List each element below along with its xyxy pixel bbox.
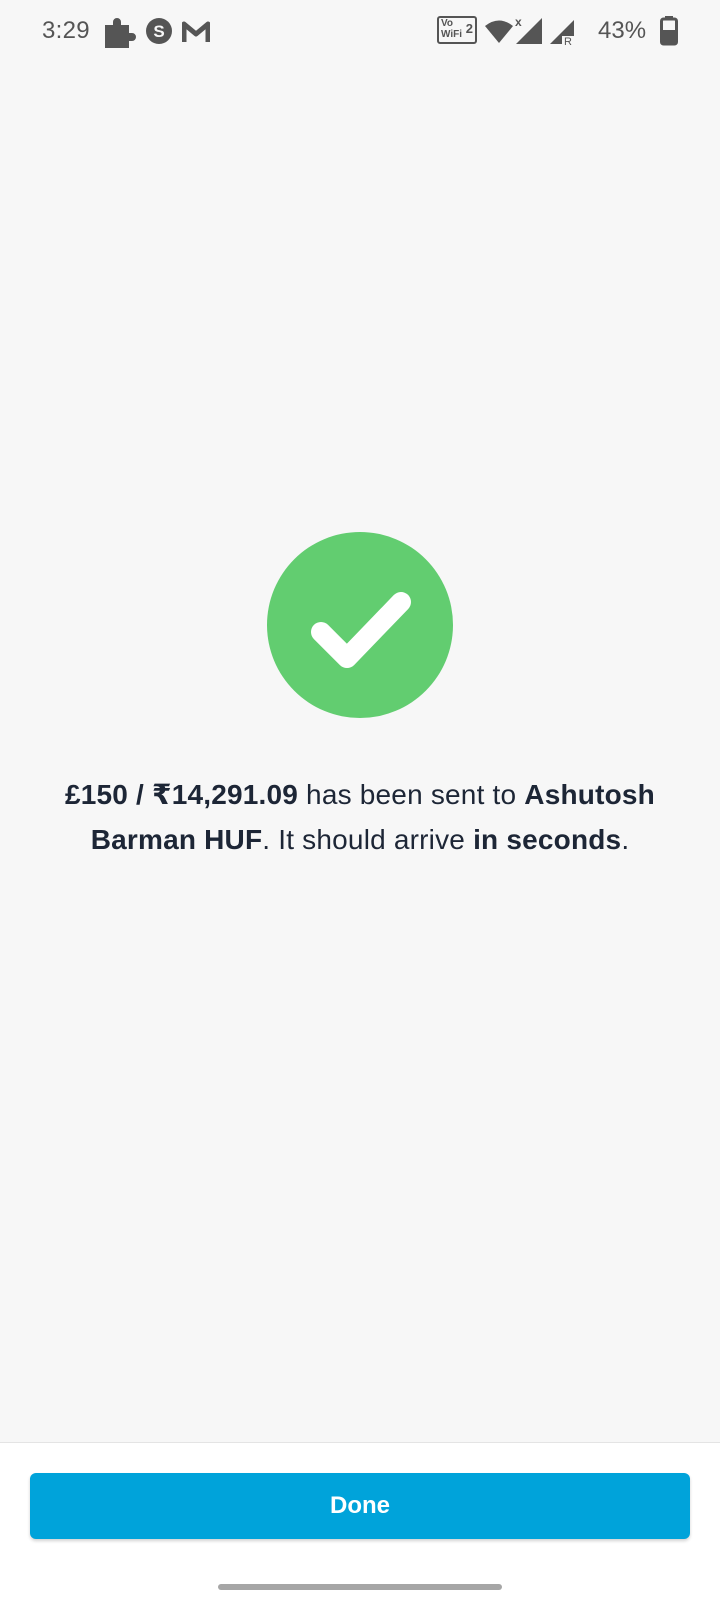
battery-icon — [660, 16, 678, 46]
vowifi-icon: Vo WiFi 2 — [437, 16, 477, 44]
svg-text:S: S — [153, 22, 164, 41]
s-app-icon: S — [146, 18, 172, 44]
bottom-action-bar: Done — [0, 1442, 720, 1600]
sent-to-text: has been sent to — [298, 779, 525, 810]
vowifi-sim-number: 2 — [465, 21, 473, 36]
arrival-time: in seconds — [473, 824, 622, 855]
gesture-nav-handle[interactable] — [218, 1584, 502, 1590]
payment-success-screen: 3:29 S Vo WiFi 2 x R 43% £150 / ₹14,291.… — [0, 0, 720, 1600]
puzzle-icon — [105, 18, 136, 48]
success-check-badge — [267, 532, 453, 718]
svg-text:x: x — [515, 15, 522, 29]
status-bar: 3:29 S Vo WiFi 2 x R 43% — [0, 0, 720, 64]
transfer-amount: £150 / ₹14,291.09 — [64, 779, 299, 810]
signal-roaming-icon: R — [550, 20, 576, 46]
arrive-text: . It should arrive — [262, 824, 474, 855]
m-app-icon — [182, 21, 210, 42]
message-end: . — [621, 824, 630, 855]
checkmark-icon — [311, 592, 411, 668]
signal-icon: x — [515, 15, 542, 44]
done-button[interactable]: Done — [30, 1473, 690, 1539]
transfer-confirmation-message: £150 / ₹14,291.09 has been sent to Ashut… — [50, 772, 670, 862]
battery-percent: 43% — [598, 17, 647, 44]
wifi-icon — [485, 20, 513, 43]
svg-text:R: R — [564, 36, 572, 46]
status-time: 3:29 — [42, 17, 90, 44]
